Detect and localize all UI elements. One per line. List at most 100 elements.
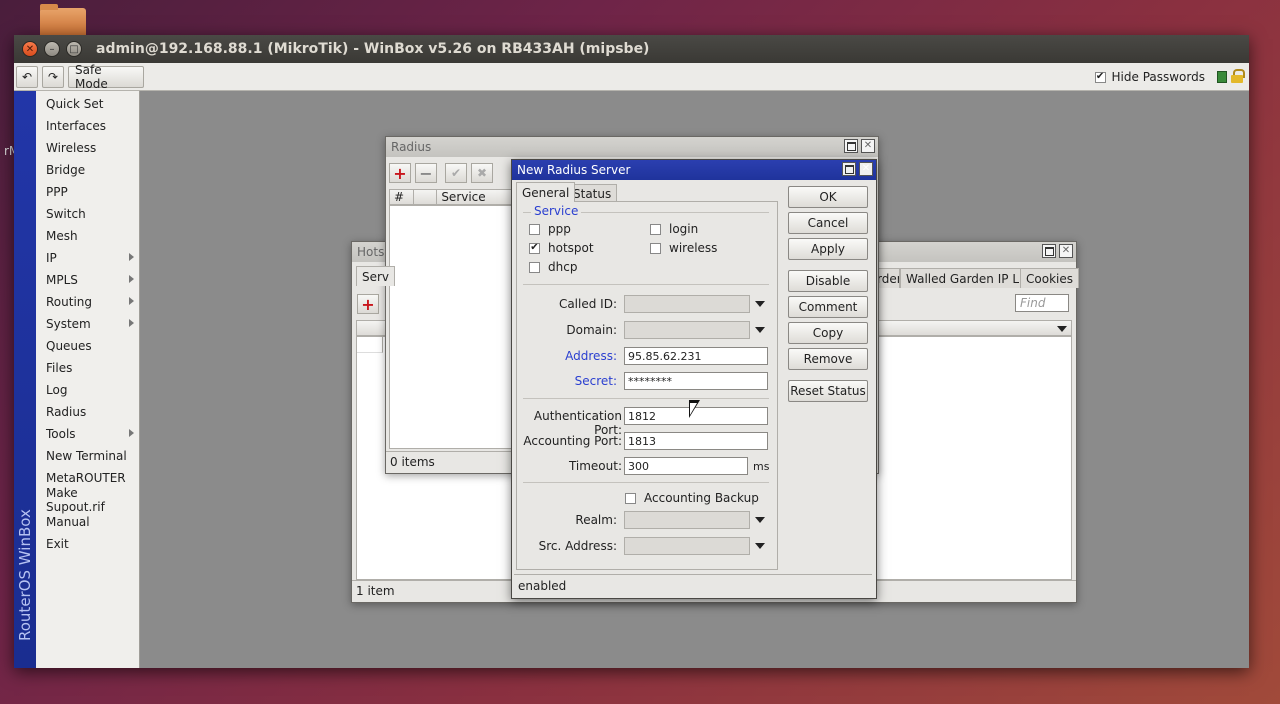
- wireless-checkbox[interactable]: [650, 242, 661, 254]
- sidebar-item-queues[interactable]: Queues: [36, 335, 140, 357]
- service-login[interactable]: login: [650, 222, 698, 236]
- ppp-label: ppp: [548, 222, 571, 236]
- desktop-folder-icon[interactable]: [40, 4, 86, 38]
- dhcp-label: dhcp: [548, 260, 578, 274]
- service-wireless[interactable]: wireless: [650, 241, 717, 255]
- ok-button[interactable]: OK: [788, 186, 868, 208]
- hotspot-checkbox[interactable]: ✔: [529, 242, 540, 254]
- login-checkbox[interactable]: [650, 223, 661, 235]
- login-label: login: [669, 222, 699, 236]
- sidebar-item-radius[interactable]: Radius: [36, 401, 140, 423]
- sidebar-item-routing[interactable]: Routing: [36, 291, 140, 313]
- sidebar-item-label: Radius: [46, 405, 87, 419]
- sidebar-item-switch[interactable]: Switch: [36, 203, 140, 225]
- sidebar-item-manual[interactable]: Manual: [36, 511, 140, 533]
- sidebar-item-mpls[interactable]: MPLS: [36, 269, 140, 291]
- hide-passwords-toggle[interactable]: ✔ Hide Passwords: [1094, 70, 1205, 84]
- copy-button[interactable]: Copy: [788, 322, 868, 344]
- undo-button[interactable]: ↶: [16, 65, 38, 88]
- submenu-arrow-icon: [129, 297, 134, 305]
- service-ppp[interactable]: ppp: [529, 222, 571, 236]
- dhcp-checkbox[interactable]: [529, 261, 540, 273]
- workspace: RouterOS WinBox Quick Set Interfaces Wirel…: [14, 91, 1249, 668]
- tab-servers[interactable]: Serv: [356, 266, 396, 286]
- divider: [523, 482, 769, 483]
- sidebar-item-mesh[interactable]: Mesh: [36, 225, 140, 247]
- hotspot-find-input[interactable]: Find: [1015, 294, 1069, 312]
- hotspot-close-button[interactable]: ✕: [1059, 244, 1073, 258]
- window-close-button[interactable]: ✕: [22, 41, 38, 57]
- sidebar-item-bridge[interactable]: Bridge: [36, 159, 140, 181]
- radius-add-button[interactable]: +: [389, 163, 411, 183]
- sidebar-item-new-terminal[interactable]: New Terminal: [36, 445, 140, 467]
- domain-dropdown-icon[interactable]: [755, 327, 765, 333]
- col-service[interactable]: Service: [437, 190, 512, 204]
- general-panel: Service ppp login ✔ hotspot wireless dhcp: [516, 201, 778, 570]
- sidebar-item-interfaces[interactable]: Interfaces: [36, 115, 140, 137]
- cancel-button[interactable]: Cancel: [788, 212, 868, 234]
- radius-window-titlebar[interactable]: Radius ✕: [386, 137, 878, 157]
- sidebar-item-quick-set[interactable]: Quick Set: [36, 93, 140, 115]
- service-dhcp[interactable]: dhcp: [529, 260, 577, 274]
- acct-port-label: Accounting Port:: [523, 434, 622, 448]
- radius-remove-button[interactable]: −: [415, 163, 437, 183]
- src-address-dropdown-icon[interactable]: [755, 543, 765, 549]
- radius-disable-button[interactable]: ✖: [471, 163, 493, 183]
- sidebar-item-log[interactable]: Log: [36, 379, 140, 401]
- address-input[interactable]: 95.85.62.231: [624, 347, 768, 365]
- sidebar-item-files[interactable]: Files: [36, 357, 140, 379]
- sidebar-item-label: Mesh: [46, 229, 78, 243]
- ppp-checkbox[interactable]: [529, 223, 540, 235]
- window-maximize-button[interactable]: □: [66, 41, 82, 57]
- sidebar-item-make-supout-rif[interactable]: Make Supout.rif: [36, 486, 140, 514]
- sidebar-item-ip[interactable]: IP: [36, 247, 140, 269]
- tab-general[interactable]: General: [516, 182, 576, 202]
- table-row[interactable]: [357, 337, 383, 353]
- sidebar-item-tools[interactable]: Tools: [36, 423, 140, 445]
- safe-mode-button[interactable]: Safe Mode: [68, 63, 144, 91]
- domain-field[interactable]: [624, 321, 750, 339]
- sidebar-item-ppp[interactable]: PPP: [36, 181, 140, 203]
- called-id-dropdown-icon[interactable]: [755, 301, 765, 307]
- hotspot-add-button[interactable]: +: [357, 294, 379, 314]
- window-titlebar[interactable]: ✕ – □ admin@192.168.88.1 (MikroTik) - Wi…: [14, 35, 1249, 63]
- dialog-close-button[interactable]: ✕: [859, 162, 873, 176]
- remove-button[interactable]: Remove: [788, 348, 868, 370]
- window-minimize-button[interactable]: –: [44, 41, 60, 57]
- secret-input[interactable]: ********: [624, 372, 768, 390]
- redo-button[interactable]: ↷: [42, 65, 64, 88]
- src-address-field[interactable]: [624, 537, 750, 555]
- acct-port-input[interactable]: 1813: [624, 432, 768, 450]
- col-number[interactable]: #: [390, 190, 414, 204]
- called-id-field[interactable]: [624, 295, 750, 313]
- radius-maximize-button[interactable]: [844, 139, 858, 153]
- accounting-backup-toggle[interactable]: Accounting Backup: [625, 491, 759, 505]
- realm-field[interactable]: [624, 511, 750, 529]
- sidebar-item-label: Bridge: [46, 163, 86, 177]
- hotspot-maximize-button[interactable]: [1042, 244, 1056, 258]
- sidebar-item-label: MetaROUTER: [46, 471, 126, 485]
- apply-button[interactable]: Apply: [788, 238, 868, 260]
- accounting-backup-checkbox[interactable]: [625, 492, 636, 504]
- service-hotspot[interactable]: ✔ hotspot: [529, 241, 594, 255]
- col-spacer: [414, 190, 438, 204]
- hide-passwords-checkbox[interactable]: ✔: [1094, 71, 1106, 83]
- dialog-titlebar[interactable]: New Radius Server ✕: [512, 160, 876, 180]
- sidebar-item-system[interactable]: System: [36, 313, 140, 335]
- radius-enable-button[interactable]: ✔: [445, 163, 467, 183]
- tab-cookies[interactable]: Cookies: [1020, 268, 1079, 288]
- timeout-input[interactable]: 300: [624, 457, 748, 475]
- tab-walled-garden-ip-list[interactable]: Walled Garden IP List: [900, 268, 1040, 288]
- wireless-label: wireless: [669, 241, 718, 255]
- sidebar-item-label: New Terminal: [46, 449, 127, 463]
- disable-button[interactable]: Disable: [788, 270, 868, 292]
- column-dropdown-icon[interactable]: [1057, 326, 1067, 332]
- comment-button[interactable]: Comment: [788, 296, 868, 318]
- sidebar-item-exit[interactable]: Exit: [36, 533, 140, 555]
- reset-status-button[interactable]: Reset Status: [788, 380, 868, 402]
- dialog-maximize-button[interactable]: [842, 162, 856, 176]
- sidebar-item-label: Interfaces: [46, 119, 106, 133]
- sidebar-item-wireless[interactable]: Wireless: [36, 137, 140, 159]
- realm-dropdown-icon[interactable]: [755, 517, 765, 523]
- radius-close-button[interactable]: ✕: [861, 139, 875, 153]
